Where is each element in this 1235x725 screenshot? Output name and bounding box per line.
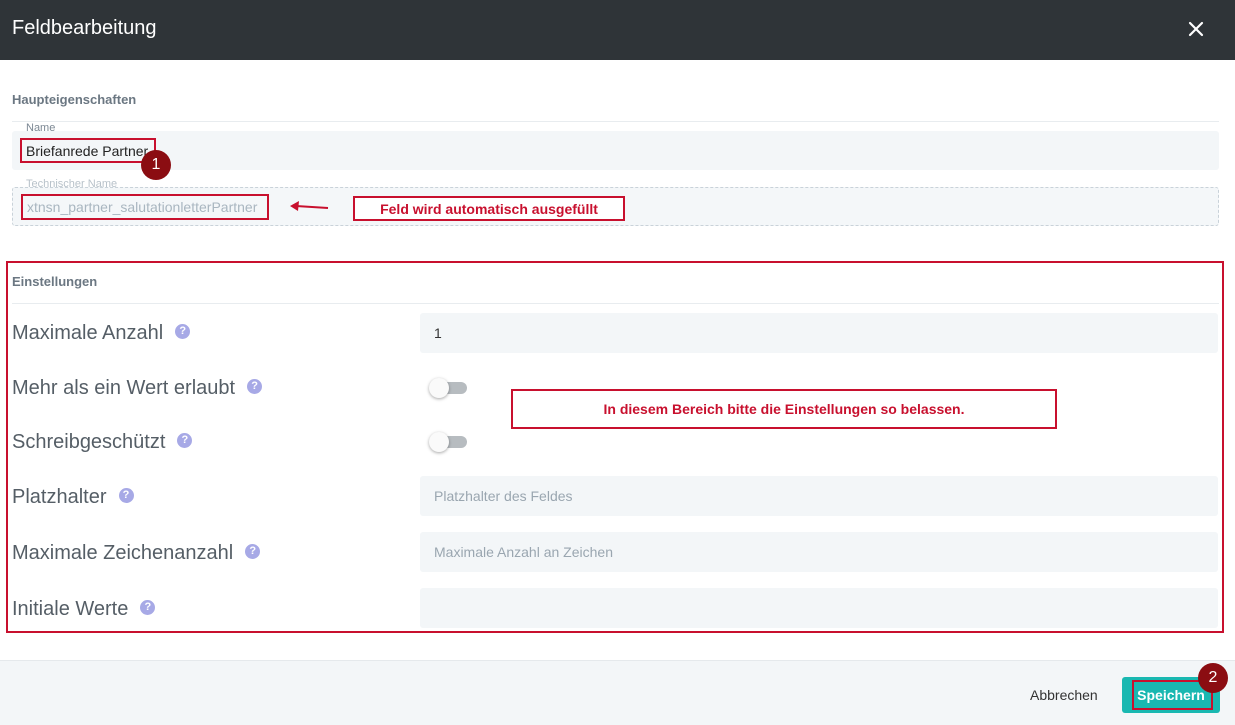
close-button[interactable]: [1183, 16, 1209, 42]
read-only-toggle[interactable]: [429, 432, 467, 452]
help-icon[interactable]: ?: [140, 600, 156, 616]
main-properties-heading: Haupteigenschaften: [12, 92, 137, 107]
dialog-header: Feldbearbeitung: [0, 0, 1235, 60]
max-count-field[interactable]: [420, 313, 1218, 353]
multiple-values-toggle[interactable]: [429, 378, 467, 398]
close-icon: [1188, 21, 1204, 37]
placeholder-input[interactable]: [420, 476, 1218, 516]
placeholder-field[interactable]: [420, 476, 1218, 516]
max-count-label: Maximale Anzahl?: [12, 322, 191, 345]
max-chars-field[interactable]: [420, 532, 1218, 572]
toggle-knob: [429, 378, 449, 398]
help-icon[interactable]: ?: [245, 544, 261, 560]
initial-values-label: Initiale Werte?: [12, 598, 156, 621]
max-count-input[interactable]: [420, 313, 1218, 353]
help-icon[interactable]: ?: [177, 433, 193, 449]
dialog-title: Feldbearbeitung: [12, 17, 157, 39]
annotation-name-highlight: [20, 138, 156, 163]
toggle-knob: [429, 432, 449, 452]
help-icon[interactable]: ?: [247, 379, 263, 395]
annotation-badge-1: 1: [141, 150, 171, 180]
annotation-technical-name-highlight: [21, 194, 269, 220]
read-only-label: Schreibgeschützt?: [12, 431, 193, 454]
annotation-arrow-icon: [290, 201, 329, 211]
annotation-keep-settings-note: In diesem Bereich bitte die Einstellunge…: [511, 389, 1057, 429]
help-icon[interactable]: ?: [118, 488, 134, 504]
multiple-values-label: Mehr als ein Wert erlaubt?: [12, 377, 263, 400]
annotation-auto-filled-note: Feld wird automatisch ausgefüllt: [353, 196, 625, 221]
initial-values-input[interactable]: [420, 588, 1218, 628]
cancel-button[interactable]: Abbrechen: [1030, 684, 1098, 706]
help-icon[interactable]: ?: [175, 324, 191, 340]
divider: [12, 121, 1219, 122]
name-input[interactable]: [12, 131, 1219, 170]
max-chars-input[interactable]: [420, 532, 1218, 572]
settings-heading: Einstellungen: [12, 274, 98, 289]
name-field[interactable]: [12, 131, 1219, 170]
divider: [12, 303, 1219, 304]
initial-values-field[interactable]: [420, 588, 1218, 628]
max-chars-label: Maximale Zeichenanzahl?: [12, 542, 261, 565]
placeholder-label: Platzhalter?: [12, 486, 134, 509]
annotation-badge-2: 2: [1198, 663, 1228, 693]
